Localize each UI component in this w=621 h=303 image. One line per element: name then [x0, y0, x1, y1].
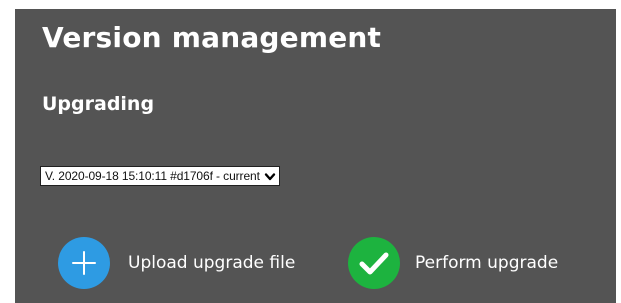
upload-upgrade-file-button[interactable]: Upload upgrade file: [58, 237, 295, 289]
page-title: Version management: [42, 21, 382, 54]
perform-upgrade-button[interactable]: Perform upgrade: [348, 237, 558, 289]
version-select-value: V. 2020-09-18 15:10:11 #d1706f - current: [45, 169, 260, 183]
version-select[interactable]: V. 2020-09-18 15:10:11 #d1706f - current: [40, 166, 280, 186]
chevron-down-icon: [264, 171, 276, 181]
plus-icon: [58, 237, 110, 289]
checkmark-icon: [348, 237, 400, 289]
version-management-panel: Version management Upgrading V. 2020-09-…: [15, 9, 616, 303]
upgrading-heading: Upgrading: [42, 93, 155, 115]
perform-upgrade-label: Perform upgrade: [415, 253, 559, 273]
upload-upgrade-file-label: Upload upgrade file: [128, 253, 296, 273]
